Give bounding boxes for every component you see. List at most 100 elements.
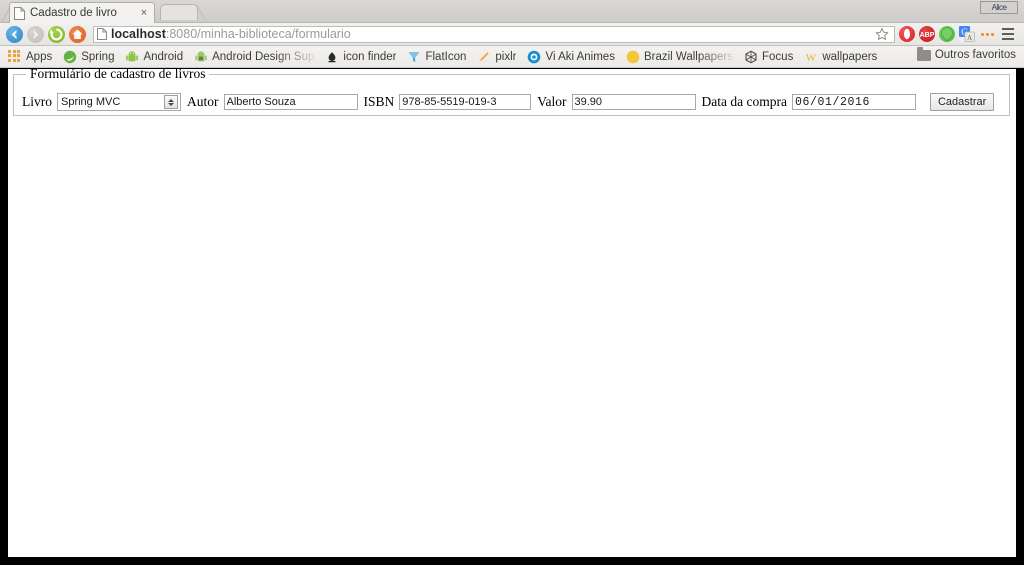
- bookmark-label: Apps: [26, 51, 52, 63]
- bookmark-label: Android: [143, 51, 183, 63]
- window-corner-label[interactable]: Alice: [980, 1, 1018, 14]
- book-registration-form: Formulário de cadastro de livros Livro S…: [13, 74, 1010, 116]
- home-icon: [69, 26, 86, 43]
- translate-glyph-icon: G A: [959, 26, 975, 42]
- page-viewport: Formulário de cadastro de livros Livro S…: [8, 69, 1016, 557]
- bookmark-spring[interactable]: Spring: [63, 50, 114, 64]
- field-label-isbn: ISBN: [364, 94, 395, 110]
- opera-glyph-icon: [899, 26, 915, 42]
- menu-line: [1002, 38, 1014, 40]
- dot: [981, 33, 984, 36]
- browser-toolbar: localhost:8080/minha-biblioteca/formular…: [0, 23, 1024, 46]
- bookmark-label: Focus: [762, 51, 793, 63]
- select-livro-value: Spring MVC: [58, 96, 164, 108]
- pixlr-pencil-icon: [477, 50, 491, 64]
- field-label-data-da-compra: Data da compra: [702, 94, 787, 110]
- forward-button[interactable]: [27, 26, 44, 43]
- isbn-input[interactable]: [399, 94, 531, 110]
- hamburger-menu-icon[interactable]: [999, 26, 1017, 42]
- arrow-left-icon: [6, 26, 23, 43]
- field-group-livro: Livro Spring MVC: [22, 93, 181, 111]
- spring-leaf-icon: [63, 50, 77, 64]
- new-tab-button[interactable]: [160, 4, 198, 20]
- field-label-autor: Autor: [187, 94, 219, 110]
- dot: [991, 33, 994, 36]
- bookmarks-bar: Apps Spring An: [0, 46, 1024, 68]
- dot: [986, 33, 989, 36]
- bookmark-label: Vi Aki Animes: [545, 51, 614, 63]
- field-group-isbn: ISBN: [364, 94, 532, 110]
- green-balloon-icon[interactable]: [939, 26, 955, 42]
- page-icon: [14, 7, 25, 20]
- data-da-compra-input[interactable]: [792, 94, 916, 110]
- other-bookmarks-folder[interactable]: Outros favoritos: [917, 49, 1016, 61]
- field-label-livro: Livro: [22, 94, 52, 110]
- folder-icon: [917, 50, 931, 61]
- orange-dots-icon[interactable]: [979, 26, 995, 42]
- bookmark-label: Android Design Sup: [212, 51, 314, 63]
- form-legend: Formulário de cadastro de livros: [26, 69, 209, 82]
- menu-line: [1002, 28, 1014, 30]
- bookmark-android-design-support[interactable]: Android Design Sup: [194, 50, 314, 64]
- android-robot-icon: [194, 50, 208, 64]
- opera-extension-icon[interactable]: [899, 26, 915, 42]
- bookmark-android[interactable]: Android: [125, 50, 183, 64]
- svg-text:W: W: [806, 52, 817, 64]
- close-icon[interactable]: ×: [138, 8, 150, 19]
- address-bar[interactable]: localhost:8080/minha-biblioteca/formular…: [93, 26, 895, 43]
- tab-strip: Cadastro de livro × Alice: [0, 0, 1024, 23]
- form-fields-row: Livro Spring MVC Autor ISBN: [22, 93, 994, 111]
- bookmark-brazil-wallpapers[interactable]: Brazil Wallpapers: [626, 50, 733, 64]
- page-icon: [97, 28, 107, 40]
- field-group-data-da-compra: Data da compra: [702, 94, 916, 110]
- apps-grid-icon: [8, 50, 22, 64]
- chevron-updown-icon[interactable]: [164, 95, 178, 109]
- home-button[interactable]: [69, 26, 86, 43]
- bookmark-focus[interactable]: Focus: [744, 50, 793, 64]
- svg-text:ABP: ABP: [920, 32, 935, 39]
- reload-button[interactable]: [48, 26, 65, 43]
- abp-glyph-icon: ABP: [919, 26, 935, 42]
- iconfinder-icon: [325, 50, 339, 64]
- url-path: :8080/minha-biblioteca/formulario: [166, 27, 351, 41]
- bookmark-label: FlatIcon: [425, 51, 466, 63]
- bookmark-label: Brazil Wallpapers: [644, 51, 733, 63]
- field-group-autor: Autor: [187, 94, 358, 110]
- tab-title: Cadastro de livro: [30, 7, 138, 19]
- bookmark-label: wallpapers: [822, 51, 877, 63]
- bookmark-icon-finder[interactable]: icon finder: [325, 50, 396, 64]
- bookmark-label: Spring: [81, 51, 114, 63]
- svg-text:A: A: [967, 34, 972, 42]
- bookmark-wallpapers[interactable]: W wallpapers: [804, 50, 877, 64]
- browser-tab-cadastro-de-livro[interactable]: Cadastro de livro ×: [9, 2, 155, 23]
- url-text: localhost:8080/minha-biblioteca/formular…: [111, 27, 875, 41]
- bookmark-pixlr[interactable]: pixlr: [477, 50, 516, 64]
- yellow-circle-icon: [626, 50, 640, 64]
- bookmark-vi-aki-animes[interactable]: Vi Aki Animes: [527, 50, 614, 64]
- flaticon-funnel-icon: [407, 50, 421, 64]
- new-tab-right-edge: [197, 5, 207, 23]
- url-host: localhost: [111, 27, 166, 41]
- other-bookmarks-label: Outros favoritos: [935, 49, 1016, 61]
- bookmark-label: pixlr: [495, 51, 516, 63]
- field-group-valor: Valor: [537, 94, 695, 110]
- autor-input[interactable]: [224, 94, 358, 110]
- android-robot-icon: [125, 50, 139, 64]
- cadastrar-button[interactable]: Cadastrar: [930, 93, 994, 111]
- bookmark-label: icon finder: [343, 51, 396, 63]
- back-button[interactable]: [6, 26, 23, 43]
- adblock-plus-icon[interactable]: ABP: [919, 26, 935, 42]
- focus-hexagon-icon: [744, 50, 758, 64]
- valor-input[interactable]: [572, 94, 696, 110]
- browser-window: Cadastro de livro × Alice: [0, 0, 1024, 565]
- menu-line: [1002, 33, 1014, 35]
- arrow-right-icon: [27, 26, 44, 43]
- balloon-glyph-icon: [939, 26, 955, 42]
- google-translate-icon[interactable]: G A: [959, 26, 975, 42]
- field-label-valor: Valor: [537, 94, 566, 110]
- select-livro[interactable]: Spring MVC: [57, 93, 181, 111]
- bookmark-flaticon[interactable]: FlatIcon: [407, 50, 466, 64]
- w-letter-icon: W: [804, 50, 818, 64]
- bookmark-apps[interactable]: Apps: [8, 50, 52, 64]
- bookmark-star-icon[interactable]: [875, 27, 889, 41]
